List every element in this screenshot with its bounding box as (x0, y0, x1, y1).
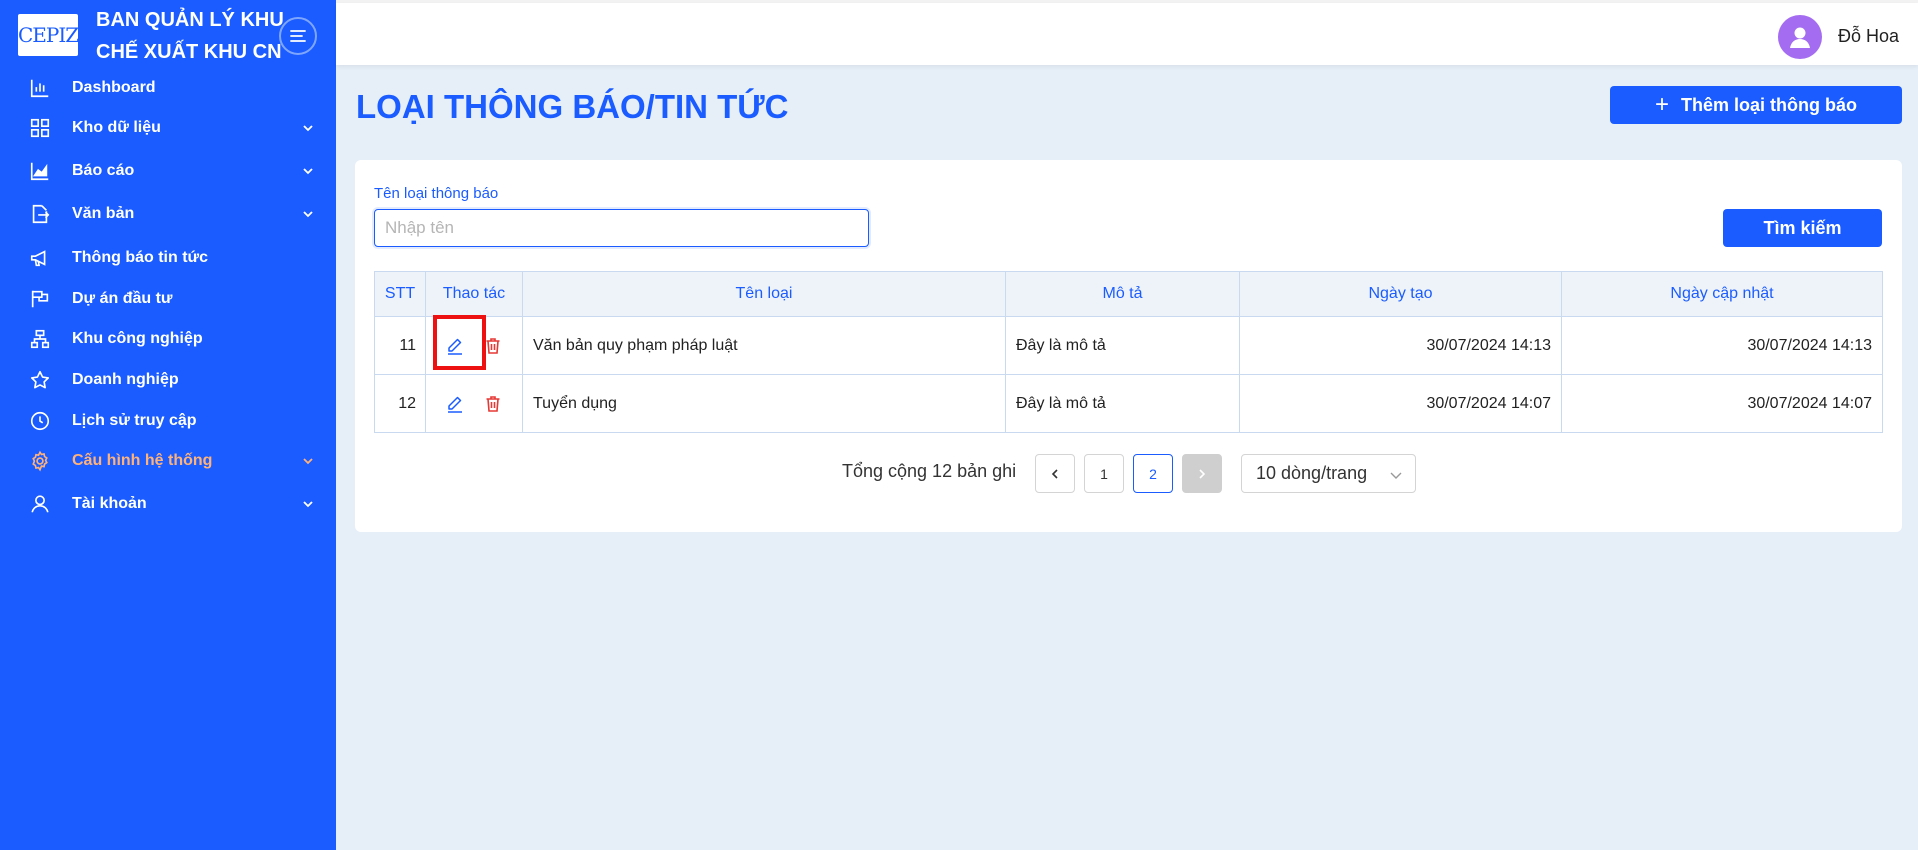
sidebar-item-cau-hinh-he-thong[interactable]: Cấu hình hệ thống (0, 443, 336, 479)
avatar[interactable] (1778, 15, 1822, 59)
chevron-down-icon (303, 458, 313, 465)
cell-created: 30/07/2024 14:13 (1239, 316, 1562, 375)
flag-icon (28, 287, 52, 311)
cluster-icon (28, 327, 52, 351)
page-size-select[interactable]: 10 dòng/trang (1241, 454, 1416, 493)
sidebar-item-doanh-nghiep[interactable]: Doanh nghiệp (0, 362, 336, 398)
name-search-input[interactable] (374, 209, 869, 247)
column-header-created: Ngày tạo (1239, 271, 1562, 317)
sidebar-item-dashboard[interactable]: Dashboard (0, 70, 336, 106)
cell-name: Văn bản quy phạm pháp luật (522, 316, 1006, 375)
sidebar: CEPIZA BAN QUẢN LÝ KHU CHẾ XUẤT KHU CN D… (0, 0, 336, 850)
chevron-left-icon (1051, 468, 1058, 479)
menu-collapse-icon (290, 30, 306, 42)
user-avatar-icon (1790, 27, 1810, 48)
sidebar-item-label: Tài khoản (72, 495, 147, 512)
total-records: Tổng cộng 12 bản ghi (842, 461, 1017, 481)
column-header-description: Mô tả (1005, 271, 1240, 317)
cell-updated: 30/07/2024 14:07 (1561, 374, 1883, 433)
sidebar-item-label: Báo cáo (72, 162, 135, 179)
table-row: 11 Văn bản quy phạm pháp luật Đây là mô … (374, 316, 1883, 375)
username[interactable]: Đỗ Hoa (1838, 26, 1899, 47)
sidebar-item-van-ban[interactable]: Văn bản (0, 196, 336, 232)
page-button-1[interactable]: 1 (1084, 454, 1124, 493)
sidebar-item-label: Khu công nghiệp (72, 330, 203, 347)
chevron-down-icon (1390, 472, 1402, 479)
sidebar-item-bao-cao[interactable]: Báo cáo (0, 153, 336, 189)
page-button-2[interactable]: 2 (1133, 454, 1173, 493)
cell-updated: 30/07/2024 14:13 (1561, 316, 1883, 375)
clock-icon (28, 409, 52, 433)
area-chart-icon (28, 159, 52, 183)
sidebar-item-label: Thông báo tin tức (72, 249, 209, 266)
next-page-button[interactable] (1182, 454, 1222, 493)
delete-icon[interactable] (483, 394, 503, 414)
chevron-down-icon (303, 501, 313, 508)
sidebar-item-label: Doanh nghiệp (72, 371, 179, 388)
sidebar-item-du-an-dau-tu[interactable]: Dự án đầu tư (0, 281, 336, 317)
sidebar-item-khu-cong-nghiep[interactable]: Khu công nghiệp (0, 321, 336, 357)
prev-page-button[interactable] (1035, 454, 1075, 493)
sidebar-item-lich-su-truy-cap[interactable]: Lịch sử truy cập (0, 403, 336, 439)
top-bar (336, 3, 1918, 65)
cell-name: Tuyển dụng (522, 374, 1006, 433)
search-button[interactable]: Tìm kiếm (1723, 209, 1882, 247)
sidebar-item-label: Dự án đầu tư (72, 290, 173, 307)
cell-description: Đây là mô tả (1005, 316, 1240, 375)
brand-title-line1: BAN QUẢN LÝ KHU (96, 9, 284, 31)
cell-stt: 11 (374, 316, 426, 375)
name-field-label: Tên loại thông báo (374, 185, 499, 202)
cell-actions (425, 374, 523, 433)
table-header-row: STT Thao tác Tên loại Mô tả Ngày tạo Ngà… (374, 271, 1883, 317)
sidebar-item-label: Lịch sử truy cập (72, 412, 197, 429)
column-header-name: Tên loại (522, 271, 1006, 317)
column-header-actions: Thao tác (425, 271, 523, 317)
gear-icon (28, 449, 52, 473)
grid-icon (28, 116, 52, 140)
cell-description: Đây là mô tả (1005, 374, 1240, 433)
brand: CEPIZA BAN QUẢN LÝ KHU CHẾ XUẤT KHU CN (0, 0, 336, 72)
chevron-right-icon (1199, 468, 1206, 479)
brand-title-line2: CHẾ XUẤT KHU CN (96, 41, 282, 63)
add-button-label: Thêm loại thông báo (1681, 94, 1857, 115)
column-header-updated: Ngày cập nhật (1561, 271, 1883, 317)
delete-icon[interactable] (483, 336, 503, 356)
edit-icon[interactable] (445, 394, 465, 414)
chevron-down-icon (303, 168, 313, 175)
sidebar-item-thong-bao-tin-tuc[interactable]: Thông báo tin tức (0, 240, 336, 276)
column-header-stt: STT (374, 271, 426, 317)
bar-chart-icon (28, 76, 52, 100)
page-title: LOẠI THÔNG BÁO/TIN TỨC (356, 88, 789, 125)
sidebar-item-label: Dashboard (72, 79, 156, 96)
sidebar-item-label: Văn bản (72, 205, 135, 222)
notification-type-table: STT Thao tác Tên loại Mô tả Ngày tạo Ngà… (374, 271, 1883, 433)
user-icon (28, 492, 52, 516)
brand-title: BAN QUẢN LÝ KHU CHẾ XUẤT KHU CN (96, 4, 284, 68)
chevron-down-icon (303, 125, 313, 132)
sidebar-item-kho-du-lieu[interactable]: Kho dữ liệu (0, 110, 336, 146)
cell-stt: 12 (374, 374, 426, 433)
cell-actions (425, 316, 523, 375)
menu-toggle-button[interactable] (279, 17, 317, 55)
megaphone-icon (28, 246, 52, 270)
brand-logo[interactable]: CEPIZA (18, 14, 93, 56)
cell-created: 30/07/2024 14:07 (1239, 374, 1562, 433)
document-export-icon (28, 202, 52, 226)
edit-icon[interactable] (445, 336, 465, 356)
star-icon (28, 368, 52, 392)
sidebar-item-label: Kho dữ liệu (72, 119, 161, 136)
add-notification-type-button[interactable]: + Thêm loại thông báo (1610, 86, 1902, 124)
chevron-down-icon (303, 211, 313, 218)
page-size-label: 10 dòng/trang (1256, 463, 1368, 483)
sidebar-item-tai-khoan[interactable]: Tài khoản (0, 486, 336, 522)
table-row: 12 Tuyển dụng Đây là mô tả 30/07/2024 14… (374, 374, 1883, 433)
sidebar-item-label: Cấu hình hệ thống (72, 452, 213, 469)
plus-icon: + (1654, 91, 1669, 118)
